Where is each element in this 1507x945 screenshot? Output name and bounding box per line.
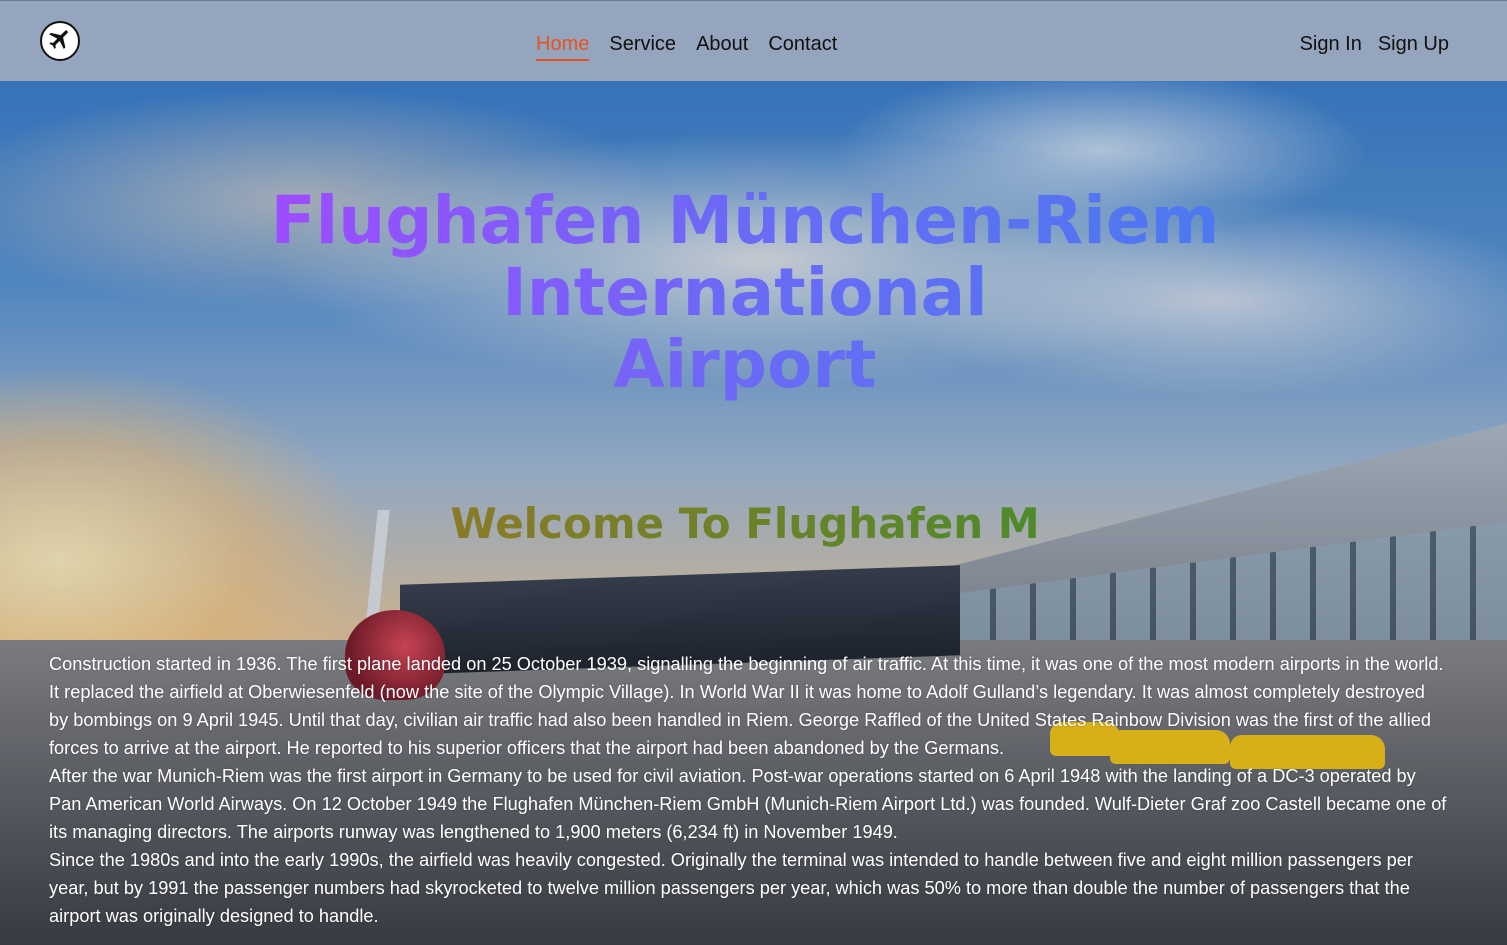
airplane-icon [47,26,73,57]
logo[interactable] [40,21,80,61]
hero-title: Flughafen München-Riem International Air… [0,185,1490,401]
auth-links: Sign In Sign Up [1300,31,1449,59]
hero-title-line-1: Flughafen München-Riem [270,182,1220,259]
nav-home-link[interactable]: Home [536,31,590,61]
sign-up-link[interactable]: Sign Up [1378,31,1449,59]
nav-contact-link[interactable]: Contact [768,31,837,61]
history-paragraph: Construction started in 1936. The first … [49,654,1444,758]
history-paragraph: Since the 1980s and into the early 1990s… [49,850,1413,926]
nav-about-link[interactable]: About [696,31,748,61]
history-paragraph: After the war Munich-Riem was the first … [49,766,1447,842]
welcome-heading: Welcome To Flughafen M [0,498,1490,550]
hero-title-line-2: International [502,254,988,331]
main-nav: Home Service About Contact [536,31,837,61]
nav-service-link[interactable]: Service [609,31,676,61]
history-text: Construction started in 1936. The first … [49,650,1449,930]
navbar: Home Service About Contact Sign In Sign … [0,0,1507,81]
hero-title-line-3: Airport [613,326,877,403]
sign-in-link[interactable]: Sign In [1300,31,1362,59]
